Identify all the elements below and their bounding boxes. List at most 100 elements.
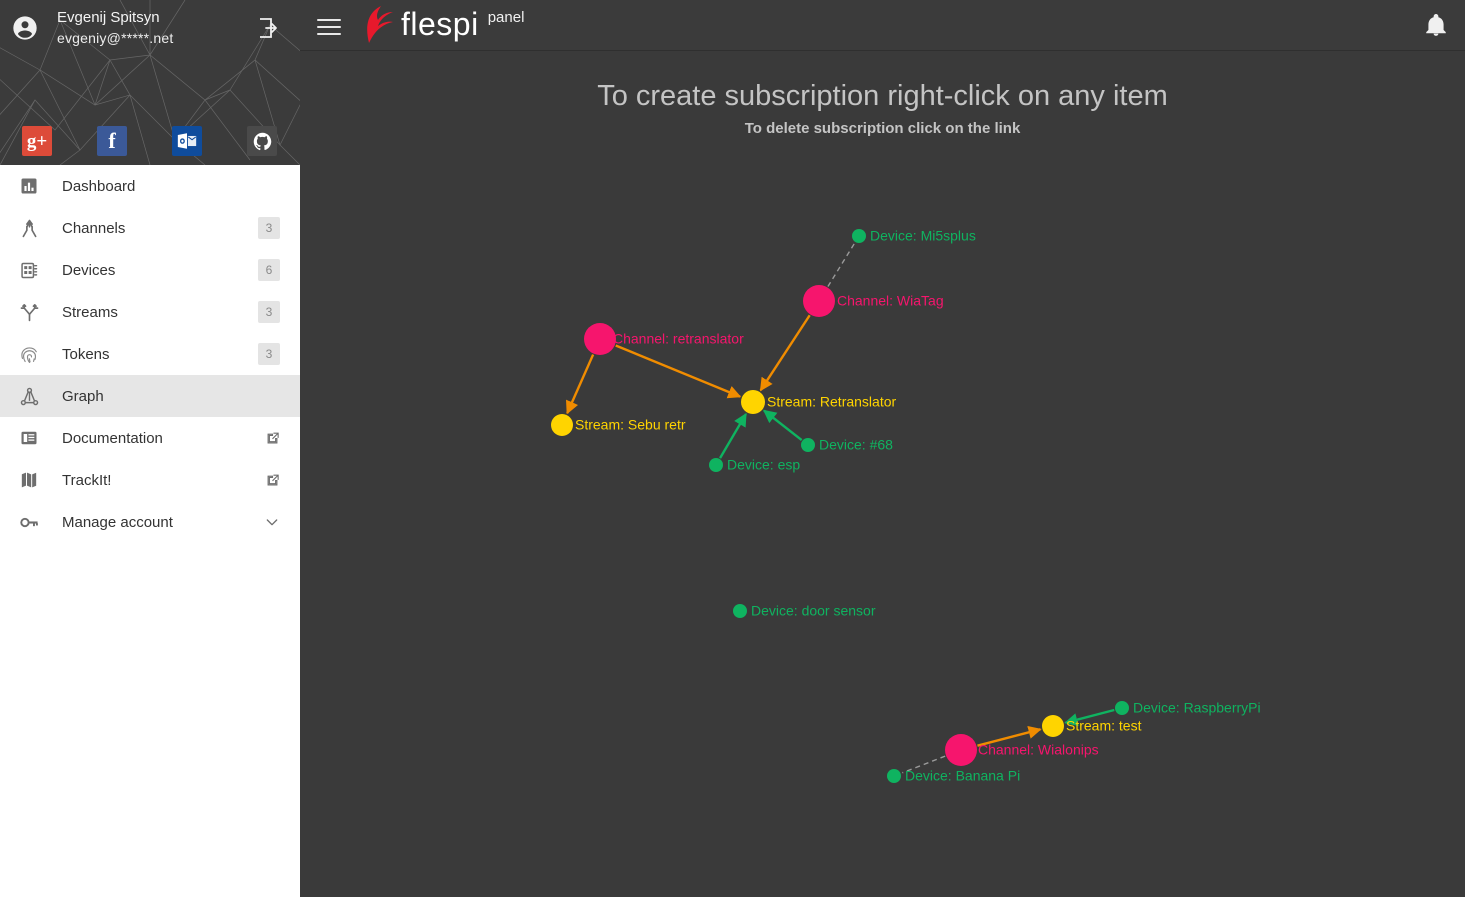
node-label: Stream: test (1066, 718, 1142, 734)
flespi-flame-icon (367, 6, 393, 43)
node-circle[interactable] (741, 390, 765, 414)
node-label: Device: esp (727, 457, 800, 473)
account-circle-icon (13, 16, 37, 40)
sidebar-item-graph[interactable]: Graph (0, 375, 300, 417)
channels-icon (16, 215, 42, 241)
graph-node-channel[interactable]: Channel: WiaTag (803, 285, 944, 317)
sidebar-badge-tokens: 3 (258, 343, 280, 365)
sidebar-item-label: Manage account (62, 513, 173, 531)
sidebar-item-devices[interactable]: Devices 6 (0, 249, 300, 291)
top-bar: flespi panel (300, 0, 1465, 51)
sidebar-item-label: Streams (62, 303, 118, 321)
node-label: Channel: Wialonips (978, 742, 1099, 758)
hamburger-line (317, 26, 341, 28)
graph-edge[interactable] (719, 412, 747, 459)
graph-icon (16, 383, 42, 409)
sidebar-item-label: Graph (62, 387, 104, 405)
node-label: Device: RaspberryPi (1133, 700, 1261, 716)
chevron-down-icon[interactable] (264, 514, 280, 530)
node-label: Device: #68 (819, 437, 893, 453)
node-circle[interactable] (945, 734, 977, 766)
graph-node-stream[interactable]: Stream: Sebu retr (551, 414, 686, 436)
graph-edge[interactable] (615, 344, 742, 399)
hamburger-icon[interactable] (317, 14, 341, 36)
facebook-icon[interactable]: f (97, 126, 127, 156)
graph-edge[interactable] (762, 409, 803, 442)
sidebar-item-documentation[interactable]: Documentation (0, 417, 300, 459)
map-icon (16, 467, 42, 493)
google-plus-glyph: g+ (26, 130, 48, 152)
graph-node-device[interactable]: Device: RaspberryPi (1115, 700, 1261, 716)
sidebar-badge-channels: 3 (258, 217, 280, 239)
node-label: Device: door sensor (751, 603, 876, 619)
node-circle[interactable] (801, 438, 815, 452)
node-circle[interactable] (584, 323, 616, 355)
external-link-icon (264, 430, 280, 446)
graph-edge[interactable] (759, 314, 811, 392)
graph-node-device[interactable]: Device: Banana Pi (887, 768, 1020, 784)
graph-nodes[interactable]: Device: Mi5splus Channel: WiaTag Channel: … (551, 228, 1261, 784)
graph-visualization[interactable]: Device: Mi5splus Channel: WiaTag Channel: … (300, 50, 1465, 897)
sidebar-badge-devices: 6 (258, 259, 280, 281)
node-label: Device: Mi5splus (870, 228, 976, 244)
graph-edge[interactable] (827, 243, 855, 287)
node-circle[interactable] (709, 458, 723, 472)
node-circle[interactable] (852, 229, 866, 243)
sidebar-item-label: Dashboard (62, 177, 136, 195)
sidebar: Evgenij Spitsyn evgeniy@*****.net g+ f D… (0, 0, 300, 897)
sidebar-item-label: Channels (62, 219, 126, 237)
devices-icon (16, 257, 42, 283)
graph-node-device[interactable]: Device: door sensor (733, 603, 876, 619)
graph-canvas[interactable]: To create subscription right-click on an… (300, 50, 1465, 897)
sidebar-item-channels[interactable]: Channels 3 (0, 207, 300, 249)
sidebar-item-label: Devices (62, 261, 116, 279)
node-circle[interactable] (887, 769, 901, 783)
node-circle[interactable] (551, 414, 573, 436)
graph-node-channel[interactable]: Channel: Wialonips (945, 734, 1099, 766)
node-label: Channel: WiaTag (837, 293, 944, 309)
social-login-row: g+ f (0, 126, 300, 156)
graph-node-channel[interactable]: Channel: retranslator (584, 323, 744, 355)
graph-node-stream[interactable]: Stream: test (1042, 715, 1142, 737)
logout-icon[interactable] (256, 16, 280, 40)
sidebar-item-streams[interactable]: Streams 3 (0, 291, 300, 333)
graph-node-device[interactable]: Device: esp (709, 457, 800, 473)
key-icon (16, 509, 42, 535)
hamburger-line (317, 19, 341, 21)
sidebar-item-tokens[interactable]: Tokens 3 (0, 333, 300, 375)
tokens-icon (16, 341, 42, 367)
dashboard-icon (16, 173, 42, 199)
sidebar-item-manage-account[interactable]: Manage account (0, 501, 300, 543)
hamburger-line (317, 33, 341, 35)
graph-edges[interactable] (566, 243, 1115, 774)
brand-name: flespi (401, 6, 479, 42)
sidebar-item-dashboard[interactable]: Dashboard (0, 165, 300, 207)
graph-edge[interactable] (566, 354, 595, 415)
sidebar-header: Evgenij Spitsyn evgeniy@*****.net g+ f (0, 0, 300, 165)
graph-node-device[interactable]: Device: #68 (801, 437, 893, 453)
sidebar-menu: Dashboard Channels 3 Devices 6 Streams 3… (0, 165, 300, 543)
node-circle[interactable] (733, 604, 747, 618)
node-circle[interactable] (803, 285, 835, 317)
github-icon[interactable] (247, 126, 277, 156)
sidebar-badge-streams: 3 (258, 301, 280, 323)
sidebar-item-label: TrackIt! (62, 471, 112, 489)
facebook-glyph: f (108, 128, 116, 153)
google-plus-icon[interactable]: g+ (22, 126, 52, 156)
user-email: evgeniy@*****.net (57, 30, 174, 46)
outlook-glyph (177, 133, 197, 149)
node-circle[interactable] (1115, 701, 1129, 715)
user-name: Evgenij Spitsyn (57, 9, 160, 26)
brand-logo-link[interactable]: flespi panel (359, 3, 524, 45)
bell-icon[interactable] (1423, 12, 1449, 38)
streams-icon (16, 299, 42, 325)
sidebar-item-trackit[interactable]: TrackIt! (0, 459, 300, 501)
sidebar-item-label: Tokens (62, 345, 110, 363)
documentation-icon (16, 425, 42, 451)
outlook-icon[interactable] (172, 126, 202, 156)
node-label: Stream: Sebu retr (575, 417, 686, 433)
node-label: Stream: Retranslator (767, 394, 896, 410)
graph-node-device[interactable]: Device: Mi5splus (852, 228, 976, 244)
node-circle[interactable] (1042, 715, 1064, 737)
github-glyph (253, 132, 271, 150)
